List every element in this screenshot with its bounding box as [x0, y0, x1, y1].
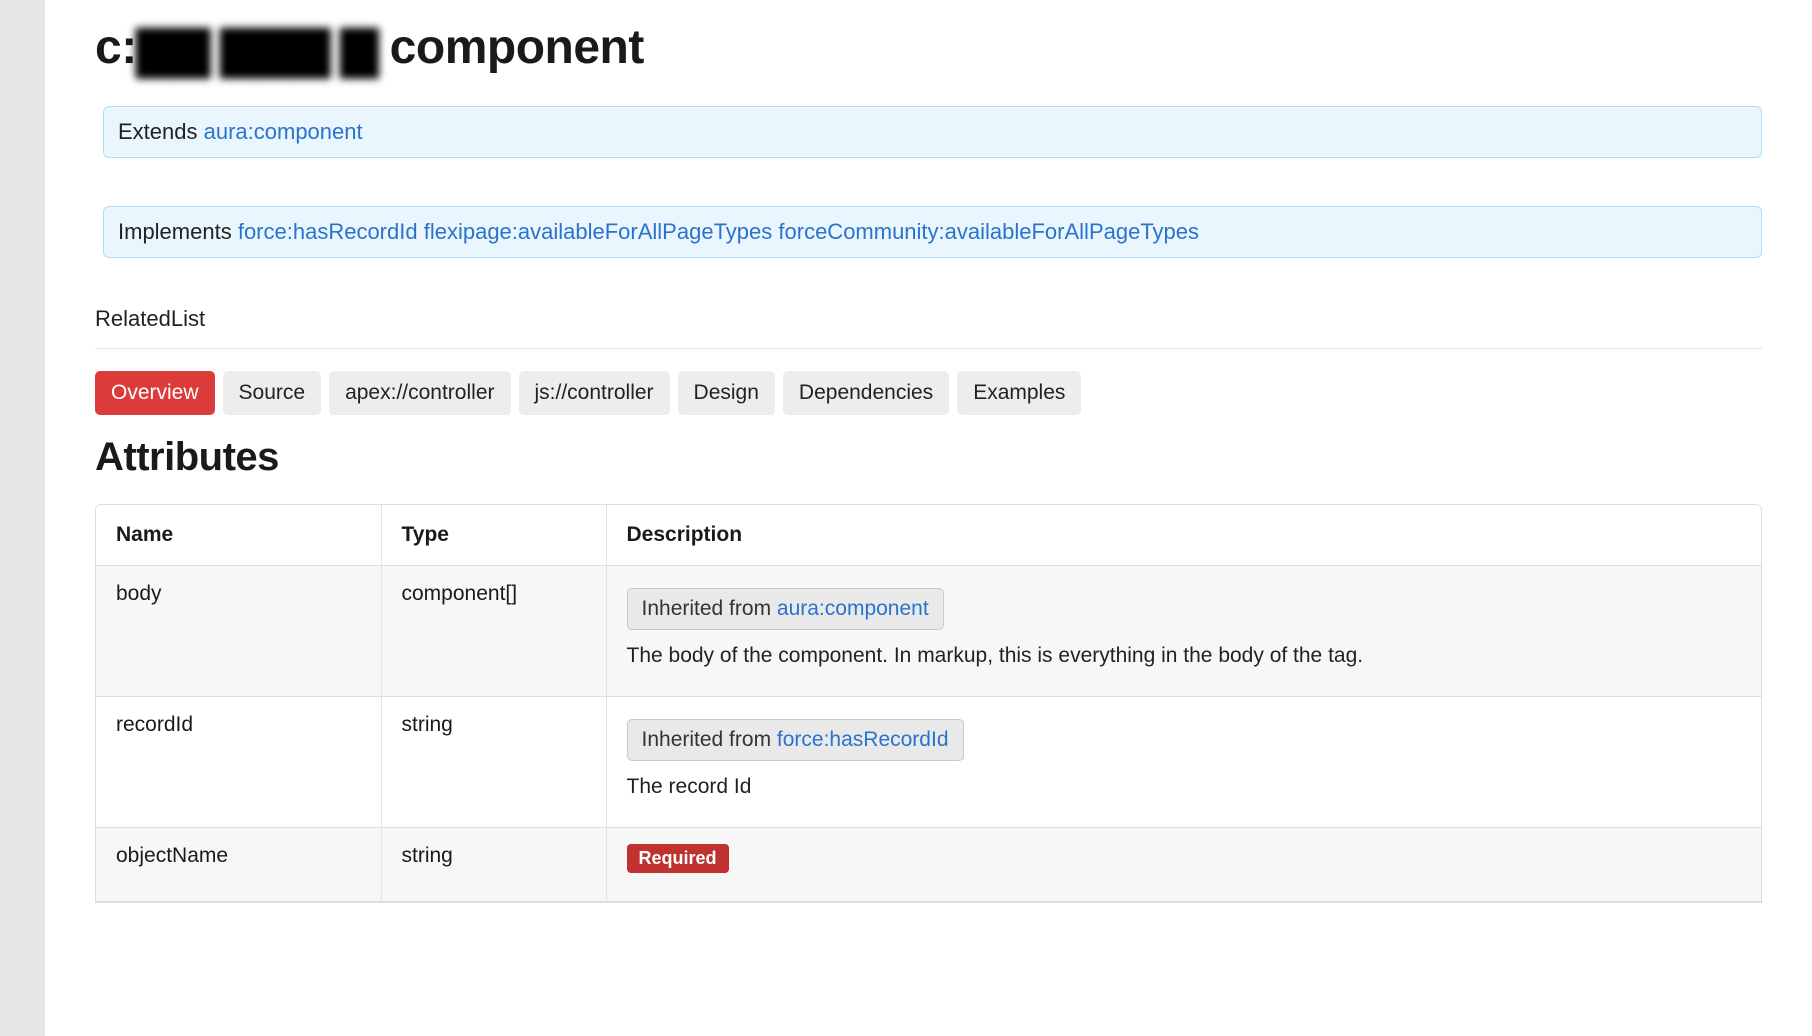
- divider: [95, 348, 1762, 349]
- tab-js-controller[interactable]: js://controller: [519, 371, 670, 415]
- implements-link[interactable]: force:hasRecordId: [238, 219, 418, 244]
- implements-links: force:hasRecordId flexipage:availableFor…: [238, 219, 1199, 244]
- attr-type: component[]: [381, 566, 606, 697]
- inherited-badge: Inherited from force:hasRecordId: [627, 719, 964, 761]
- implements-box: Implements force:hasRecordId flexipage:a…: [103, 206, 1762, 258]
- required-badge: Required: [627, 844, 729, 873]
- attributes-tbody: bodycomponent[]Inherited from aura:compo…: [96, 566, 1761, 902]
- implements-link[interactable]: flexipage:availableForAllPageTypes: [424, 219, 773, 244]
- attr-description: Inherited from force:hasRecordId The reco…: [606, 697, 1761, 828]
- tab-design[interactable]: Design: [678, 371, 775, 415]
- attr-description: Required: [606, 828, 1761, 902]
- table-row: recordIdstringInherited from force:hasRe…: [96, 697, 1761, 828]
- table-row: bodycomponent[]Inherited from aura:compo…: [96, 566, 1761, 697]
- attributes-table-wrapper: Name Type Description bodycomponent[]Inh…: [95, 504, 1762, 903]
- attr-name: body: [96, 566, 381, 697]
- inherited-prefix: Inherited from: [642, 597, 777, 620]
- col-name-header: Name: [96, 505, 381, 566]
- title-redacted: ▇▇ ▇▇▇ ▇: [137, 22, 377, 78]
- extends-box: Extends aura:component: [103, 106, 1762, 158]
- col-desc-header: Description: [606, 505, 1761, 566]
- tab-apex-controller[interactable]: apex://controller: [329, 371, 510, 415]
- table-row: objectNamestring Required: [96, 828, 1761, 902]
- attr-name: recordId: [96, 697, 381, 828]
- inherited-prefix: Inherited from: [642, 728, 777, 751]
- implements-link[interactable]: forceCommunity:availableForAllPageTypes: [778, 219, 1199, 244]
- title-prefix: c:: [95, 21, 137, 74]
- tab-dependencies[interactable]: Dependencies: [783, 371, 949, 415]
- tab-source[interactable]: Source: [223, 371, 322, 415]
- attr-description: Inherited from aura:component The body of…: [606, 566, 1761, 697]
- col-type-header: Type: [381, 505, 606, 566]
- extends-link[interactable]: aura:component: [204, 119, 363, 144]
- title-suffix: component: [377, 21, 644, 74]
- implements-label: Implements: [118, 219, 238, 244]
- attributes-table: Name Type Description bodycomponent[]Inh…: [96, 505, 1761, 902]
- table-header-row: Name Type Description: [96, 505, 1761, 566]
- attributes-heading: Attributes: [95, 435, 1762, 480]
- attr-type: string: [381, 828, 606, 902]
- attr-type: string: [381, 697, 606, 828]
- inherited-link[interactable]: aura:component: [777, 597, 929, 620]
- inherited-link[interactable]: force:hasRecordId: [777, 728, 949, 751]
- inherited-badge: Inherited from aura:component: [627, 588, 944, 630]
- extends-label: Extends: [118, 119, 204, 144]
- related-label: RelatedList: [95, 306, 1762, 332]
- attr-desc-text: The record Id: [627, 775, 1742, 799]
- tabs: OverviewSourceapex://controllerjs://cont…: [95, 371, 1762, 415]
- left-gutter: [0, 0, 45, 1036]
- attr-desc-text: The body of the component. In markup, th…: [627, 644, 1742, 668]
- attr-name: objectName: [96, 828, 381, 902]
- tab-overview[interactable]: Overview: [95, 371, 215, 415]
- main-content: c:▇▇ ▇▇▇ ▇ component Extends aura:compon…: [45, 20, 1812, 903]
- page-title: c:▇▇ ▇▇▇ ▇ component: [95, 20, 1762, 78]
- tab-examples[interactable]: Examples: [957, 371, 1081, 415]
